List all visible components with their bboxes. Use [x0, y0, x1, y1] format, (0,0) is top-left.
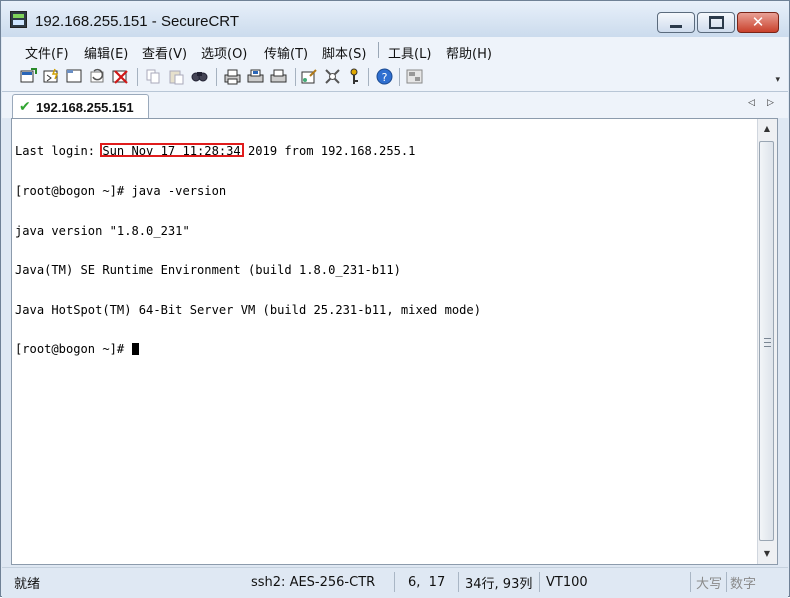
tab-scroll-right-icon[interactable]: ▷	[767, 98, 774, 108]
securecrt-window: 192.168.255.151 - SecureCRT ✕ 文件(F) 编辑(E…	[0, 0, 790, 598]
sftp-icon[interactable]	[406, 68, 423, 85]
terminal-line: Java(TM) SE Runtime Environment (build 1…	[15, 263, 401, 278]
toolbar-overflow-icon[interactable]: ▾	[775, 75, 780, 85]
terminal-prompt: [root@bogon ~]#	[15, 342, 132, 357]
toolbar-separator	[295, 68, 296, 86]
minimize-icon	[670, 25, 682, 28]
copy-icon[interactable]	[145, 68, 162, 85]
status-divider	[690, 572, 691, 592]
toolbar-separator	[368, 68, 369, 86]
terminal-line: Java HotSpot(TM) 64-Bit Server VM (build…	[15, 302, 481, 317]
vertical-scrollbar[interactable]: ▲ ▼	[757, 119, 777, 564]
menu-separator	[378, 42, 379, 58]
terminal-output: Last login: Sun Nov 17 11:28:34 2019 fro…	[15, 119, 755, 383]
menu-view[interactable]: 查看(V)	[142, 43, 187, 62]
toolbar-separator	[137, 68, 138, 86]
status-bar: 就绪 ssh2: AES-256-CTR 6, 17 34行, 93列 VT10…	[2, 567, 788, 598]
keymap-icon[interactable]	[346, 68, 363, 85]
terminal-line: java version "1.8.0_231"	[15, 223, 190, 238]
connect-icon[interactable]	[20, 68, 37, 85]
menu-tools[interactable]: 工具(L)	[388, 43, 431, 62]
scroll-up-icon[interactable]: ▲	[758, 119, 776, 138]
status-caps-lock: 大写	[696, 576, 723, 592]
maximize-button[interactable]	[697, 12, 735, 33]
status-divider	[394, 572, 395, 592]
global-options-icon[interactable]	[324, 68, 341, 85]
status-divider	[539, 572, 540, 592]
connect-tab-icon[interactable]	[66, 68, 83, 85]
session-tab-label: 192.168.255.151	[36, 100, 134, 115]
status-divider	[726, 572, 727, 592]
session-tab-bar: ✔ 192.168.255.151 ◁ ▷	[2, 92, 788, 118]
connected-check-icon: ✔	[19, 99, 31, 115]
svg-text:?: ?	[382, 71, 388, 84]
print-setup-icon[interactable]	[270, 68, 287, 85]
help-icon[interactable]: ?	[376, 68, 393, 85]
close-icon: ✕	[751, 13, 765, 31]
status-num-lock: 数字	[730, 576, 757, 592]
menu-bar: 文件(F) 编辑(E) 查看(V) 选项(O) 传输(T) 脚本(S) 工具(L…	[2, 37, 788, 63]
text-cursor	[131, 343, 139, 356]
session-options-icon[interactable]	[301, 68, 318, 85]
status-terminal-size: 34行, 93列	[465, 576, 533, 592]
toolbar: ? ▾	[2, 63, 788, 92]
maximize-icon	[708, 16, 724, 29]
status-ready: 就绪	[14, 576, 41, 592]
close-button[interactable]: ✕	[737, 12, 779, 33]
paste-icon[interactable]	[168, 68, 185, 85]
menu-file[interactable]: 文件(F)	[25, 43, 69, 62]
terminal-area[interactable]: Last login: Sun Nov 17 11:28:34 2019 fro…	[11, 118, 778, 565]
terminal-line: [root@bogon ~]# java -version	[15, 184, 227, 198]
terminal-prompt-line: [root@bogon ~]#	[15, 343, 755, 356]
session-tab[interactable]: ✔ 192.168.255.151	[12, 94, 149, 118]
menu-options[interactable]: 选项(O)	[201, 43, 247, 62]
quick-connect-icon[interactable]	[43, 68, 60, 85]
menu-edit[interactable]: 编辑(E)	[84, 43, 128, 62]
print-selection-icon[interactable]	[247, 68, 264, 85]
print-icon[interactable]	[224, 68, 241, 85]
scroll-down-icon[interactable]: ▼	[758, 544, 776, 563]
menu-help[interactable]: 帮助(H)	[446, 43, 492, 62]
disconnect-icon[interactable]	[112, 68, 129, 85]
grip-icon	[764, 338, 771, 347]
securecrt-terminal-icon[interactable]	[10, 11, 27, 28]
toolbar-separator	[216, 68, 217, 86]
status-emulation: VT100	[546, 574, 588, 590]
status-divider	[458, 572, 459, 592]
menu-script[interactable]: 脚本(S)	[322, 43, 366, 62]
window-controls: ✕	[657, 12, 779, 33]
status-protocol: ssh2: AES-256-CTR	[251, 574, 376, 590]
title-bar[interactable]: 192.168.255.151 - SecureCRT ✕	[1, 1, 789, 37]
reconnect-icon[interactable]	[89, 68, 106, 85]
window-title: 192.168.255.151 - SecureCRT	[35, 13, 240, 30]
version-highlight-box	[100, 143, 244, 157]
find-icon[interactable]	[191, 68, 208, 85]
tab-scroll-left-icon[interactable]: ◁	[748, 98, 755, 108]
minimize-button[interactable]	[657, 12, 695, 33]
status-cursor-position: 6, 17	[408, 574, 446, 590]
menu-transfer[interactable]: 传输(T)	[264, 43, 308, 62]
toolbar-separator	[399, 68, 400, 86]
scrollbar-thumb[interactable]	[759, 141, 774, 541]
